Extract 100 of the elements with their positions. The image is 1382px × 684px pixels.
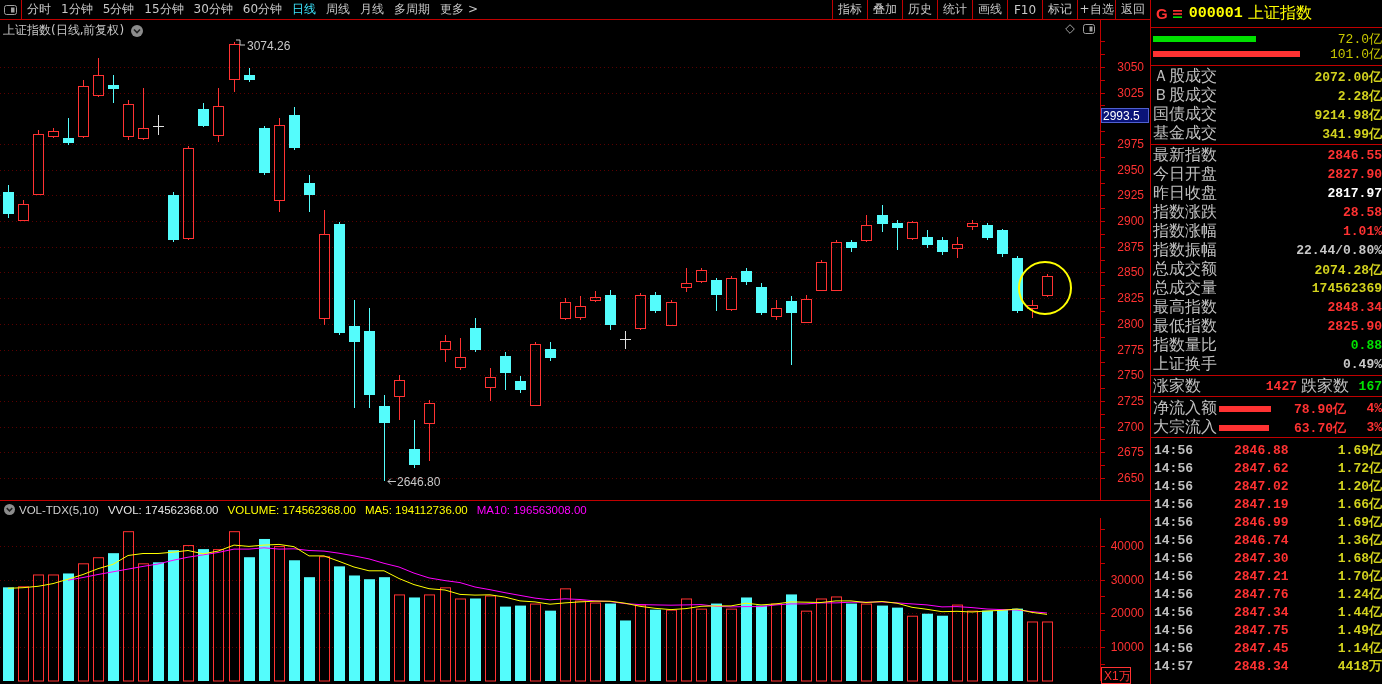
indicator-name: VOL-TDX(5,10) <box>19 503 99 516</box>
stat-value: 174562369 <box>1311 281 1382 296</box>
stat-label: 最新指数 <box>1153 145 1217 166</box>
stat-value: 2.28亿 <box>1337 87 1382 105</box>
period-tab[interactable]: 5分钟 <box>102 1 135 18</box>
candlestick <box>93 57 104 98</box>
indicator-reading: VVOL: 174562368.00 <box>107 503 219 516</box>
bar-value: 72.0亿 <box>1337 31 1382 47</box>
tick-price: 2847.75 <box>1234 622 1290 638</box>
candlestick <box>952 236 963 259</box>
candlestick <box>152 114 165 136</box>
candlestick <box>666 299 677 327</box>
dropdown-icon[interactable] <box>131 24 144 37</box>
volume-bar <box>997 609 1008 681</box>
period-tab[interactable]: 15分钟 <box>144 1 184 18</box>
candlestick <box>846 239 857 253</box>
stat-label: 指数量比 <box>1153 335 1217 355</box>
candlestick <box>138 87 149 141</box>
toolbar-button[interactable]: 画线 <box>972 0 1007 19</box>
stat-label: Ｂ股成交 <box>1153 85 1217 105</box>
candlestick <box>244 67 255 83</box>
candlestick <box>409 419 420 469</box>
price-annotation: 3074.26 <box>247 39 291 53</box>
axis-label: 2950 <box>1117 162 1144 177</box>
tick-time: 14:56 <box>1154 550 1194 566</box>
tick-price: 2846.74 <box>1234 532 1290 548</box>
axis-label: 20000 <box>1110 606 1144 621</box>
period-tab[interactable]: 60分钟 <box>242 1 283 18</box>
candlestick <box>982 222 993 241</box>
stat-value: 0.88 <box>1350 338 1382 353</box>
stat-label: Ａ股成交 <box>1153 66 1217 86</box>
candlestick <box>786 295 797 366</box>
candlestick <box>756 282 767 316</box>
stat-label: 国债成交 <box>1153 104 1217 124</box>
candlestick <box>801 294 812 324</box>
candlestick <box>635 292 646 331</box>
axis-label: 2825 <box>1117 291 1144 306</box>
tick-time: 14:56 <box>1154 460 1194 476</box>
tick-time: 14:56 <box>1154 442 1194 458</box>
tick-amount: 1.68亿 <box>1337 550 1382 567</box>
panel-toggle-icon[interactable] <box>1083 24 1095 34</box>
candlestick <box>967 219 978 231</box>
diamond-icon[interactable] <box>1065 24 1075 34</box>
period-tab[interactable]: 更多 > <box>440 1 478 18</box>
axis-label: 2750 <box>1117 368 1144 383</box>
candlestick <box>78 79 89 139</box>
candlestick <box>650 291 661 314</box>
stat-label: 指数振幅 <box>1153 240 1217 260</box>
panel-toggle-icon[interactable] <box>4 4 17 15</box>
axis-label: 2925 <box>1117 188 1144 203</box>
toolbar-button[interactable]: +自选 <box>1077 0 1115 19</box>
period-tab[interactable]: 多周期 <box>394 1 431 18</box>
tick-time: 14:56 <box>1154 586 1194 602</box>
tick-time: 14:56 <box>1154 640 1194 656</box>
tick-amount: 1.49亿 <box>1337 622 1382 639</box>
dropdown-icon[interactable] <box>4 504 15 515</box>
period-tab[interactable]: 月线 <box>360 1 385 18</box>
candlestick <box>470 317 481 353</box>
indicator-reading: MA10: 196563008.00 <box>476 503 587 516</box>
candlestick <box>229 41 240 93</box>
leader-line <box>387 478 397 485</box>
stock-name: 上证指数 <box>1247 3 1312 24</box>
axis-label: 2675 <box>1117 445 1144 460</box>
candlestick <box>3 184 14 219</box>
tick-amount: 1.69亿 <box>1337 442 1382 459</box>
toolbar-button[interactable]: 历史 <box>902 0 937 19</box>
tick-time: 14:56 <box>1154 604 1194 620</box>
period-tab[interactable]: 1分钟 <box>61 1 93 18</box>
toolbar-button[interactable]: F10 <box>1007 0 1042 19</box>
toolbar-button[interactable]: 标记 <box>1042 0 1077 19</box>
volume-bar <box>545 610 556 681</box>
period-tab[interactable]: 30分钟 <box>193 1 233 18</box>
volume-bar <box>620 620 631 681</box>
tick-amount: 1.70亿 <box>1337 568 1382 585</box>
tick-price: 2847.62 <box>1234 460 1290 476</box>
axis-label: 3050 <box>1117 59 1144 74</box>
tick-price: 2846.99 <box>1234 514 1290 530</box>
candlestick <box>213 87 224 143</box>
volume-bar <box>922 613 933 681</box>
period-tab[interactable]: 分时 <box>27 1 51 18</box>
indicator-reading: VOLUME: 174562368.00 <box>227 503 357 516</box>
volume-bar <box>1042 621 1053 682</box>
axis-label: 3025 <box>1117 85 1144 100</box>
stat-label: 今日开盘 <box>1153 164 1217 185</box>
menu-icon[interactable] <box>1172 8 1182 19</box>
candlestick <box>726 275 737 312</box>
candlestick <box>575 295 586 321</box>
tick-amount: 4418万 <box>1337 658 1382 675</box>
stock-code: 000001 <box>1188 5 1243 22</box>
candlestick <box>1042 273 1053 298</box>
tick-amount: 1.66亿 <box>1337 496 1382 513</box>
period-tab[interactable]: 日线 <box>292 1 317 18</box>
toolbar-button[interactable]: 指标 <box>832 0 867 19</box>
toolbar-button[interactable]: 统计 <box>937 0 972 19</box>
bar-value: 101.0亿 <box>1330 46 1382 62</box>
period-tab[interactable]: 周线 <box>326 1 351 18</box>
toolbar-button[interactable]: 叠加 <box>867 0 902 19</box>
candlestick <box>590 290 601 303</box>
candlestick <box>530 341 541 407</box>
tick-price: 2847.02 <box>1234 478 1290 494</box>
